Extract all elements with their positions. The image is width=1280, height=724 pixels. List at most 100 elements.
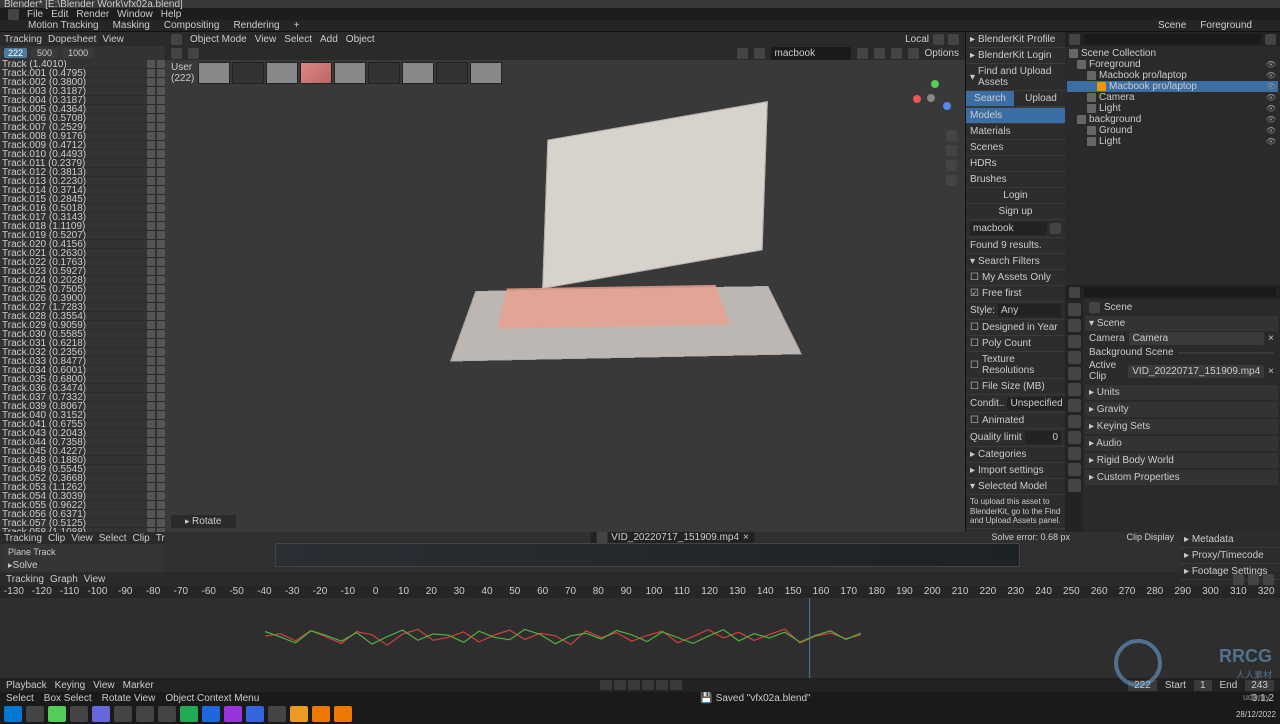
current-frame-field[interactable]: 222 — [1128, 680, 1157, 691]
bk-free-first[interactable]: ☑ Free first — [966, 286, 1065, 302]
tl-marker[interactable]: Marker — [123, 680, 154, 691]
clear-icon[interactable]: × — [1268, 333, 1274, 344]
vp-object-menu[interactable]: Object — [346, 34, 375, 45]
menu-edit[interactable]: Edit — [51, 9, 68, 20]
prop-section[interactable]: ▸ Custom Properties — [1085, 470, 1278, 485]
outliner-item[interactable]: Camera👁 — [1067, 92, 1278, 103]
bk-filesize[interactable]: ☐ File Size (MB) — [966, 379, 1065, 395]
bk-cat-brushes[interactable]: Brushes — [966, 172, 1065, 188]
start-frame-field[interactable]: 1 — [1194, 680, 1212, 691]
clock[interactable]: 28/12/2022 — [1236, 710, 1276, 719]
tab-scene-icon[interactable] — [1068, 351, 1081, 364]
clip-clip-menu[interactable]: Clip — [133, 533, 150, 544]
prop-section[interactable]: ▸ Gravity — [1085, 402, 1278, 417]
pan-icon[interactable] — [946, 145, 957, 156]
tab-material-icon[interactable] — [1068, 479, 1081, 492]
tab-motion-tracking[interactable]: Motion Tracking — [28, 20, 99, 31]
tab-object-icon[interactable] — [1068, 383, 1081, 396]
tab-add[interactable]: + — [294, 20, 300, 31]
tab-particles-icon[interactable] — [1068, 415, 1081, 428]
prop-section[interactable]: ▸ Rigid Body World — [1085, 453, 1278, 468]
tab-modifiers-icon[interactable] — [1068, 399, 1081, 412]
prev-key-icon[interactable] — [614, 680, 626, 690]
camera-field[interactable]: Camera — [1129, 332, 1265, 345]
tab-masking[interactable]: Masking — [113, 20, 150, 31]
bk-upload-tab[interactable]: Upload — [1017, 91, 1065, 107]
last-operator-panel[interactable]: ▸ Rotate — [171, 515, 236, 528]
prop-section[interactable]: ▸ Audio — [1085, 436, 1278, 451]
outliner-root[interactable]: Scene Collection — [1067, 48, 1278, 59]
tab-data-icon[interactable] — [1068, 463, 1081, 476]
clip-subtype[interactable]: Dopesheet — [48, 34, 96, 45]
outliner-item[interactable]: Ground👁 — [1067, 125, 1278, 136]
bk-selected-model[interactable]: ▾ Selected Model — [966, 479, 1065, 495]
bk-style-dropdown[interactable]: Any — [998, 304, 1061, 317]
scene-section[interactable]: ▾ Scene — [1085, 316, 1278, 331]
blenderkit-search-input[interactable]: macbook — [771, 47, 851, 60]
bk-texres[interactable]: ☐ Texture Resolutions — [966, 352, 1065, 379]
bk-cat-hdrs[interactable]: HDRs — [966, 156, 1065, 172]
clip-view-menu[interactable]: View — [71, 533, 93, 544]
bk-login-btn[interactable]: Login — [966, 188, 1065, 204]
tab-constraints-icon[interactable] — [1068, 447, 1081, 460]
object-mode-dropdown[interactable]: Object Mode — [190, 34, 247, 45]
clip-name[interactable]: VID_20220717_151909.mp4 — [611, 532, 739, 543]
play-icon[interactable] — [642, 680, 654, 690]
props-type-icon[interactable] — [1069, 287, 1080, 298]
bk-condition-dropdown[interactable]: Unspecified — [1007, 397, 1065, 410]
viewlayer-dropdown[interactable]: Foreground — [1200, 20, 1252, 31]
props-search[interactable] — [1084, 287, 1276, 297]
bk-profile[interactable]: ▸ BlenderKit Profile — [966, 32, 1065, 48]
graph-sub[interactable]: Graph — [50, 574, 78, 585]
model-laptop-screen[interactable] — [542, 101, 768, 289]
bk-signup-btn[interactable]: Sign up — [966, 204, 1065, 220]
bk-designed-year[interactable]: ☐ Designed in Year — [966, 320, 1065, 336]
nav-gizmo[interactable] — [913, 80, 953, 120]
tl-playback[interactable]: Playback — [6, 680, 47, 691]
outliner-tree[interactable]: Scene CollectionForeground👁Macbook pro/l… — [1065, 46, 1280, 283]
graph-lock-icon[interactable] — [1233, 574, 1244, 585]
menu-help[interactable]: Help — [161, 9, 182, 20]
clip-metadata[interactable]: ▸ Metadata — [1180, 532, 1280, 548]
end-frame-field[interactable]: 243 — [1245, 680, 1274, 691]
tl-keying[interactable]: Keying — [55, 680, 86, 691]
clip-proxy[interactable]: ▸ Proxy/Timecode — [1180, 548, 1280, 564]
prop-section[interactable]: ▸ Keying Sets — [1085, 419, 1278, 434]
jump-end-icon[interactable] — [670, 680, 682, 690]
menu-render[interactable]: Render — [76, 9, 109, 20]
bk-import-settings[interactable]: ▸ Import settings — [966, 463, 1065, 479]
outliner-item[interactable]: Light👁 — [1067, 136, 1278, 147]
3d-viewport[interactable]: Object Mode View Select Add Object Local… — [165, 32, 965, 532]
vp-add-menu[interactable]: Add — [320, 34, 338, 45]
shading-rendered-icon[interactable] — [908, 48, 919, 59]
frame-ruler[interactable]: -130-120-110-100-90-80-70-60-50-40-30-20… — [0, 586, 1280, 598]
tl-view[interactable]: View — [93, 680, 115, 691]
clear-icon[interactable]: × — [1268, 366, 1274, 377]
track-error-graph[interactable] — [0, 598, 1280, 678]
frame-end[interactable]: 1000 — [62, 48, 94, 58]
outliner-item[interactable]: Foreground👁 — [1067, 59, 1278, 70]
bk-cat-materials[interactable]: Materials — [966, 124, 1065, 140]
vp-view-menu[interactable]: View — [255, 34, 277, 45]
clip-preview[interactable]: VID_20220717_151909.mp4 × Solve error: 0… — [165, 532, 1180, 572]
clip-view-menu[interactable]: View — [102, 34, 124, 45]
bk-poly[interactable]: ☐ Poly Count — [966, 336, 1065, 352]
prop-section[interactable]: ▸ Units — [1085, 385, 1278, 400]
tab-physics-icon[interactable] — [1068, 431, 1081, 444]
tab-compositing[interactable]: Compositing — [164, 20, 220, 31]
outliner-item[interactable]: background👁 — [1067, 114, 1278, 125]
shading-matprev-icon[interactable] — [891, 48, 902, 59]
search-icon[interactable] — [1050, 223, 1061, 234]
graph-mode[interactable]: Tracking — [6, 574, 44, 585]
tab-rendering[interactable]: Rendering — [233, 20, 279, 31]
menu-window[interactable]: Window — [117, 9, 153, 20]
options-dropdown[interactable]: Options — [925, 48, 959, 59]
clip-display[interactable]: Clip Display — [1126, 532, 1174, 542]
clip-close-icon[interactable]: × — [743, 532, 749, 543]
perspective-icon[interactable] — [946, 175, 957, 186]
bk-quality-value[interactable]: 0 — [1025, 431, 1061, 444]
cursor-tool-icon[interactable] — [171, 48, 182, 59]
play-rev-icon[interactable] — [628, 680, 640, 690]
snap-icon[interactable] — [933, 34, 944, 45]
viewport-canvas[interactable] — [165, 60, 965, 532]
